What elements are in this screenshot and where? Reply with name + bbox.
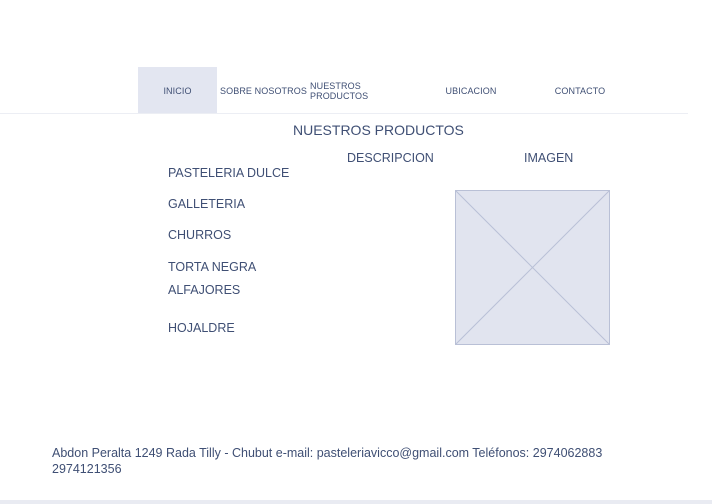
footer-contact-info: Abdon Peralta 1249 Rada Tilly - Chubut e… [52, 446, 603, 476]
product-item-galleteria[interactable]: GALLETERIA [168, 197, 245, 211]
product-item-pasteleria-dulce[interactable]: PASTELERIA DULCE [168, 166, 289, 180]
product-item-hojaldre[interactable]: HOJALDRE [168, 321, 235, 335]
main-nav: INICIO SOBRE NOSOTROS NUESTROS PRODUCTOS… [0, 67, 688, 114]
nav-item-nuestros-productos[interactable]: NUESTROS PRODUCTOS [310, 67, 418, 114]
nav-divider [0, 113, 688, 114]
column-header-description: DESCRIPCION [347, 151, 434, 165]
column-header-image: IMAGEN [524, 151, 574, 165]
nav-item-contacto[interactable]: CONTACTO [540, 67, 620, 114]
product-item-torta-negra[interactable]: TORTA NEGRA [168, 260, 256, 274]
bottom-bar [0, 500, 712, 504]
image-placeholder-icon [454, 189, 611, 346]
product-item-alfajores[interactable]: ALFAJORES [168, 283, 240, 297]
nav-item-ubicacion[interactable]: UBICACION [430, 67, 512, 114]
page-title: NUESTROS PRODUCTOS [293, 122, 464, 138]
product-item-churros[interactable]: CHURROS [168, 228, 231, 242]
nav-item-inicio[interactable]: INICIO [138, 67, 217, 114]
nav-item-sobre-nosotros[interactable]: SOBRE NOSOTROS [219, 67, 308, 114]
